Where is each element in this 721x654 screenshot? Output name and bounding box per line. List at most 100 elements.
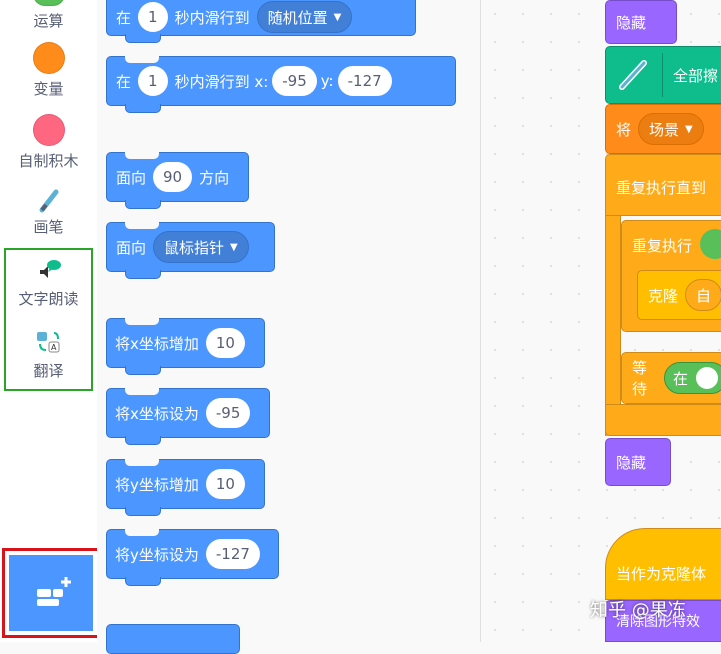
operators-dot [32, 0, 65, 6]
clone-dropdown-label: 自 [696, 286, 712, 305]
set-var-dropdown[interactable]: 场景 ▼ [638, 113, 704, 145]
category-translate[interactable]: A 翻译 [0, 328, 97, 381]
block-notch [125, 270, 161, 279]
point-dir-input[interactable]: 90 [153, 162, 193, 192]
glide-mid-text: 秒内滑行到 [174, 8, 250, 27]
block-notch-top [125, 222, 159, 229]
dropdown-arrow-icon: ▼ [333, 11, 342, 23]
point-dir-prefix: 面向 [116, 168, 147, 187]
speech-icon [39, 260, 61, 278]
variables-dot [32, 42, 65, 74]
clone-dropdown[interactable]: 自 [685, 279, 721, 311]
wait-label: 等待 [632, 359, 648, 398]
code-workspace[interactable]: 隐藏 全部擦 将 场景 ▼ 重复执行直到 重复执行 克隆 自 等待 在 隐藏 当作… [481, 0, 721, 642]
category-operators-label: 运算 [33, 12, 64, 30]
block-notch-top [125, 388, 159, 395]
glidexy-x-input[interactable]: -95 [272, 66, 317, 96]
change-y-label: 将y坐标增加 [115, 475, 199, 494]
repeat-input-partial[interactable] [700, 229, 721, 259]
glidexy-y-input[interactable]: -127 [337, 66, 392, 96]
category-text2speech[interactable]: 文字朗读 [0, 256, 97, 309]
pen-icon [619, 60, 647, 90]
dropdown-arrow-icon: ▼ [230, 241, 238, 253]
category-variables-label: 变量 [33, 80, 64, 98]
wait-condition[interactable]: 在 [663, 362, 721, 394]
block-notch [125, 436, 161, 445]
point-towards-dropdown[interactable]: 鼠标指针 ▼ [153, 231, 249, 263]
change-x-block[interactable]: 将x坐标增加 10 [106, 318, 265, 375]
partial-block[interactable] [106, 624, 240, 654]
glide-target-dropdown[interactable]: 随机位置 ▼ [256, 1, 353, 33]
pen-icon [39, 189, 58, 213]
category-sidebar: 运算 变量 自制积木 画笔 文字朗读 A 翻译 [0, 0, 100, 642]
block-notch-top [125, 459, 159, 466]
hide-block-label: 隐藏 [616, 13, 647, 32]
watermark-text: 知乎 @果冻 [590, 600, 686, 621]
block-notch-top [125, 152, 159, 159]
repeat-label: 重复执行 [632, 237, 693, 255]
category-operators[interactable]: 运算 [0, 0, 97, 31]
set-y-label: 将y坐标设为 [115, 545, 199, 564]
set-y-input[interactable]: -127 [205, 539, 260, 569]
set-y-block[interactable]: 将y坐标设为 -127 [106, 529, 279, 586]
repeat-until-block[interactable]: 重复执行直到 [605, 154, 721, 216]
clone-block[interactable]: 克隆 自 [637, 270, 721, 320]
glide-to-random-block[interactable]: 在 1 秒内滑行到 随机位置 ▼ [106, 0, 416, 43]
block-notch [125, 104, 161, 113]
wait-condition-input[interactable] [696, 367, 718, 389]
set-x-label: 将x坐标设为 [115, 404, 199, 423]
repeat-until-arm [605, 216, 621, 436]
set-var-dropdown-label: 场景 [649, 120, 680, 139]
wait-condition-label: 在 [672, 369, 688, 388]
glide-to-xy-block[interactable]: 在 1 秒内滑行到 x: -95 y: -127 [106, 56, 456, 113]
clone-label: 克隆 [648, 286, 679, 305]
point-towards-prefix: 面向 [116, 238, 147, 257]
point-towards-block[interactable]: 面向 鼠标指针 ▼ [106, 222, 275, 279]
erase-all-label: 全部擦 [673, 66, 719, 85]
block-notch [125, 577, 161, 586]
erase-all-block[interactable]: 全部擦 [605, 46, 721, 104]
category-translate-label: 翻译 [33, 362, 64, 380]
repeat-until-footer [605, 404, 721, 436]
change-x-label: 将x坐标增加 [115, 334, 199, 353]
add-extension-bg [9, 555, 93, 631]
set-x-block[interactable]: 将x坐标设为 -95 [106, 388, 270, 445]
change-y-input[interactable]: 10 [205, 469, 245, 499]
glide-secs-input[interactable]: 1 [138, 2, 168, 32]
change-y-block[interactable]: 将y坐标增加 10 [106, 459, 265, 516]
glidexy-secs-input[interactable]: 1 [138, 66, 168, 96]
wait-until-block[interactable]: 等待 在 [621, 352, 721, 404]
category-pen[interactable]: 画笔 [0, 186, 97, 237]
set-variable-block[interactable]: 将 场景 ▼ [605, 104, 721, 154]
category-pen-label: 画笔 [33, 218, 64, 236]
block-notch-top [125, 529, 159, 536]
hide-block-2-label: 隐藏 [616, 453, 647, 472]
point-in-direction-block[interactable]: 面向 90 方向 [106, 152, 249, 209]
change-x-input[interactable]: 10 [205, 328, 245, 358]
block-notch-top [125, 318, 159, 325]
hide-block-1[interactable]: 隐藏 [605, 0, 677, 44]
category-text2speech-label: 文字朗读 [18, 290, 79, 308]
set-x-input[interactable]: -95 [205, 398, 251, 428]
hide-block-2[interactable]: 隐藏 [605, 438, 671, 486]
svg-text:A: A [51, 343, 57, 352]
add-extension-icon [37, 577, 71, 606]
set-var-prefix: 将 [616, 120, 632, 139]
category-myblocks[interactable]: 自制积木 [0, 114, 97, 171]
myblocks-dot [32, 114, 65, 146]
block-notch [125, 366, 161, 375]
block-notch-top [125, 56, 159, 63]
glidexy-y-label: y: [320, 72, 334, 90]
block-notch [125, 507, 161, 516]
when-clone-start-hat[interactable]: 当作为克隆体 [605, 528, 721, 600]
translate-icon: A [36, 332, 59, 353]
category-variables[interactable]: 变量 [0, 42, 97, 99]
add-extension-button[interactable] [2, 548, 100, 638]
repeat-until-label: 重复执行直到 [616, 179, 707, 197]
when-clone-label: 当作为克隆体 [616, 564, 707, 583]
glidexy-mid-text: 秒内滑行到 x: [174, 72, 269, 91]
glide-target-label: 随机位置 [267, 8, 328, 27]
dropdown-arrow-icon: ▼ [685, 123, 693, 135]
point-dir-suffix: 方向 [199, 168, 230, 187]
block-palette: 在 1 秒内滑行到 随机位置 ▼ 在 1 秒内滑行到 x: -95 y: -127… [97, 0, 481, 654]
